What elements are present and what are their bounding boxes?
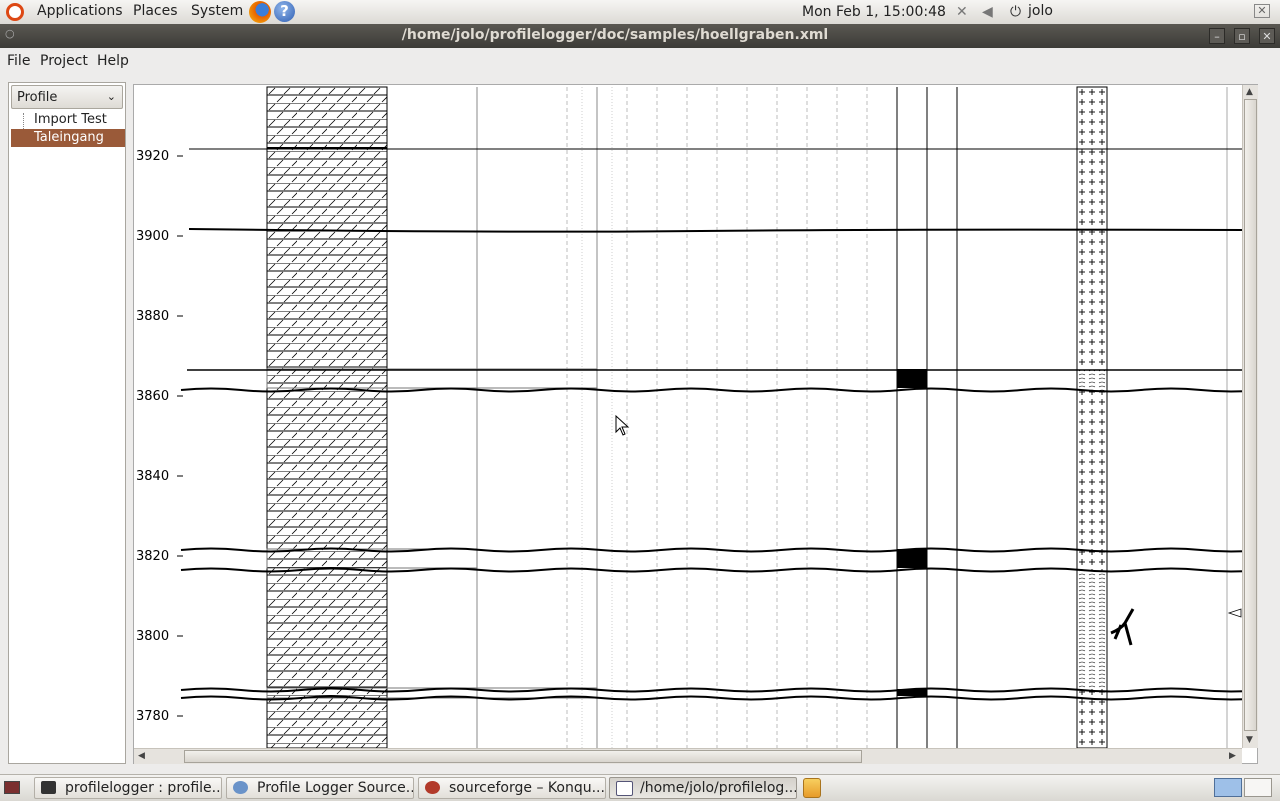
quit-icon[interactable]: ✕: [1254, 4, 1270, 18]
lamination-band: [1078, 369, 1106, 391]
help-menu[interactable]: Help: [97, 53, 129, 69]
user-menu[interactable]: jolo: [1028, 3, 1053, 19]
depth-label: 3920: [136, 149, 169, 164]
profile-drawing[interactable]: 3920 3900 3880 3860 3840 3820 3800 3780: [134, 85, 1258, 764]
task-label: /home/jolo/profilelog...: [640, 780, 797, 796]
chevron-down-icon: ⌄: [106, 90, 116, 103]
clock[interactable]: Mon Feb 1, 15:00:48: [802, 4, 946, 20]
profile-canvas[interactable]: 3920 3900 3880 3860 3840 3820 3800 3780: [133, 84, 1258, 764]
network-icon[interactable]: ✕: [956, 4, 968, 20]
bottom-panel: profilelogger : profile... Profile Logge…: [0, 774, 1280, 801]
profile-sidebar: Profile ⌄ Import Test Taleingang: [8, 82, 126, 764]
task-browser[interactable]: Profile Logger Source...: [226, 777, 414, 799]
vertical-scroll-thumb[interactable]: [1244, 99, 1257, 731]
horizontal-scroll-thumb[interactable]: [184, 750, 862, 763]
profile-combo[interactable]: Profile ⌄: [11, 85, 123, 109]
file-menu[interactable]: File: [7, 53, 30, 69]
volume-icon[interactable]: ◀: [982, 4, 993, 20]
help-launcher-icon[interactable]: ?: [274, 1, 295, 22]
window-title: /home/jolo/profilelogger/doc/samples/hoe…: [401, 27, 829, 43]
window-icon: [616, 781, 633, 796]
close-button[interactable]: ✕: [1259, 28, 1275, 44]
system-menu[interactable]: System: [191, 3, 243, 19]
konqueror-icon: [425, 781, 440, 794]
minimize-button[interactable]: –: [1209, 28, 1225, 44]
depth-label: 3800: [136, 629, 169, 644]
depth-label: 3860: [136, 389, 169, 404]
workspace-switcher-1[interactable]: [1214, 778, 1242, 797]
depth-label: 3820: [136, 549, 169, 564]
horizontal-scrollbar[interactable]: ◀ ▶: [134, 748, 1242, 764]
scroll-left-icon[interactable]: ◀: [138, 751, 145, 761]
workspace-switcher-2[interactable]: [1244, 778, 1272, 797]
task-profilelogger[interactable]: /home/jolo/profilelog...: [609, 777, 797, 799]
ubuntu-logo-icon[interactable]: [6, 3, 24, 21]
tree-item-taleingang[interactable]: Taleingang: [11, 129, 125, 147]
tree-item-import-test[interactable]: Import Test: [11, 111, 125, 129]
terminal-icon: [41, 781, 56, 794]
task-terminal[interactable]: profilelogger : profile...: [34, 777, 222, 799]
globe-icon: [233, 781, 248, 794]
power-icon[interactable]: ⏻: [1010, 4, 1021, 20]
project-menu[interactable]: Project: [40, 53, 88, 69]
places-menu[interactable]: Places: [133, 3, 178, 19]
scroll-up-icon[interactable]: ▲: [1246, 87, 1253, 97]
lamination-band: [1078, 571, 1106, 689]
depth-label: 3840: [136, 469, 169, 484]
firefox-launcher-icon[interactable]: [249, 1, 271, 23]
task-label: Profile Logger Source...: [257, 780, 414, 796]
trash-icon[interactable]: [803, 778, 821, 798]
maximize-button[interactable]: ▫: [1234, 28, 1250, 44]
depth-label: 3780: [136, 709, 169, 724]
top-panel: Applications Places System ? Mon Feb 1, …: [0, 0, 1280, 25]
profile-combo-value: Profile: [17, 90, 58, 105]
depth-label: 3900: [136, 229, 169, 244]
menu-bar: File Project Help: [0, 48, 1280, 74]
tree-item-label: Taleingang: [34, 130, 104, 145]
depth-label: 3880: [136, 309, 169, 324]
scroll-right-icon[interactable]: ▶: [1229, 751, 1236, 761]
scroll-down-icon[interactable]: ▼: [1246, 735, 1253, 745]
window-title-bar[interactable]: ○ /home/jolo/profilelogger/doc/samples/h…: [0, 24, 1280, 48]
tree-item-label: Import Test: [34, 112, 107, 127]
task-label: profilelogger : profile...: [65, 780, 222, 796]
task-label: sourceforge – Konqu...: [449, 780, 605, 796]
show-desktop-icon[interactable]: [4, 781, 20, 794]
applications-menu[interactable]: Applications: [37, 3, 123, 19]
lithology-column: [266, 86, 388, 749]
vertical-scrollbar[interactable]: ▲ ▼: [1242, 85, 1258, 748]
task-konqueror[interactable]: sourceforge – Konqu...: [418, 777, 606, 799]
